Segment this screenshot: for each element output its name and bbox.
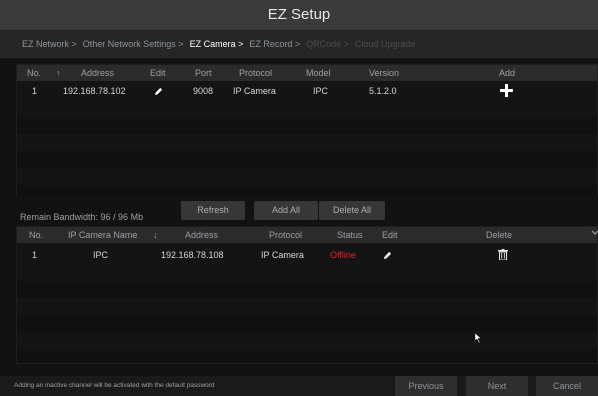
pencil-icon[interactable] (383, 251, 392, 260)
cell-address: 192.168.78.102 (63, 86, 126, 96)
empty-row (17, 281, 597, 298)
added-cameras-table: No. IP Camera Name ↓ Address Protocol St… (16, 226, 598, 364)
cell-model: IPC (313, 86, 329, 96)
cell-no: 1 (32, 250, 38, 260)
empty-row (17, 185, 597, 196)
cell-port: 9008 (193, 86, 214, 96)
empty-row (17, 117, 597, 134)
col-model[interactable]: Model (306, 68, 331, 78)
cell-protocol: IP Camera (261, 250, 304, 260)
col-edit: Edit (382, 230, 398, 240)
remain-bandwidth: Remain Bandwidth: 96 / 96 Mb (20, 212, 144, 222)
col-version[interactable]: Version (369, 68, 399, 78)
col-status[interactable]: Status (337, 230, 363, 240)
col-edit: Edit (150, 68, 166, 78)
empty-row (17, 315, 597, 332)
cursor-icon (475, 333, 483, 343)
col-delete: Delete (486, 230, 513, 240)
table-row[interactable]: 1 IPC 192.168.78.108 IP Camera Offline (17, 247, 597, 263)
col-add: Add (499, 68, 516, 78)
status-badge: Offline (330, 250, 356, 260)
step-ez-network[interactable]: EZ Network > (22, 39, 77, 49)
col-port[interactable]: Port (195, 68, 212, 78)
empty-row (17, 349, 597, 363)
step-ez-camera[interactable]: EZ Camera > (190, 39, 244, 49)
cell-version: 5.1.2.0 (369, 86, 397, 96)
add-all-button[interactable]: Add All (254, 201, 318, 220)
cell-protocol: IP Camera (233, 86, 276, 96)
col-address[interactable]: Address (81, 68, 114, 78)
cell-no: 1 (32, 86, 38, 96)
col-no: No. (29, 230, 44, 240)
pencil-icon[interactable] (154, 87, 163, 96)
search-results-table: No. ↑ Address Edit Port Protocol Model V… (16, 64, 598, 196)
refresh-button[interactable]: Refresh (181, 201, 245, 220)
col-ip-camera-name[interactable]: IP Camera Name (68, 230, 137, 240)
previous-button[interactable]: Previous (395, 376, 457, 396)
col-protocol[interactable]: Protocol (269, 230, 302, 240)
added-table-header: No. IP Camera Name ↓ Address Protocol St… (17, 227, 598, 243)
footer-note: Adding an inactive channel will be activ… (14, 382, 215, 389)
trash-icon[interactable] (498, 249, 508, 260)
search-table-header: No. ↑ Address Edit Port Protocol Model V… (17, 65, 597, 81)
next-button[interactable]: Next (466, 376, 528, 396)
col-no: No. (27, 68, 42, 78)
table-row[interactable]: 1 192.168.78.102 9008 IP Camera IPC 5.1.… (17, 83, 597, 99)
cell-name: IPC (93, 250, 109, 260)
chevron-down-icon[interactable] (591, 228, 598, 238)
wizard-steps: EZ Network > Other Network Settings > EZ… (0, 30, 598, 58)
sort-down-icon[interactable]: ↓ (153, 230, 158, 240)
window-title: EZ Setup (0, 0, 598, 30)
empty-row (17, 151, 597, 168)
step-cloud-upgrade: Cloud Upgrade (354, 39, 416, 49)
col-protocol[interactable]: Protocol (239, 68, 272, 78)
step-other-network-settings[interactable]: Other Network Settings > (83, 39, 184, 49)
step-ez-record[interactable]: EZ Record > (249, 39, 300, 49)
cell-address: 192.168.78.108 (161, 250, 224, 260)
sort-up-icon[interactable]: ↑ (56, 68, 61, 78)
delete-all-button[interactable]: Delete All (319, 201, 385, 220)
plus-icon[interactable] (500, 84, 513, 97)
step-qrcode: QRCode > (306, 39, 349, 49)
cancel-button[interactable]: Cancel (536, 376, 598, 396)
col-address[interactable]: Address (185, 230, 218, 240)
